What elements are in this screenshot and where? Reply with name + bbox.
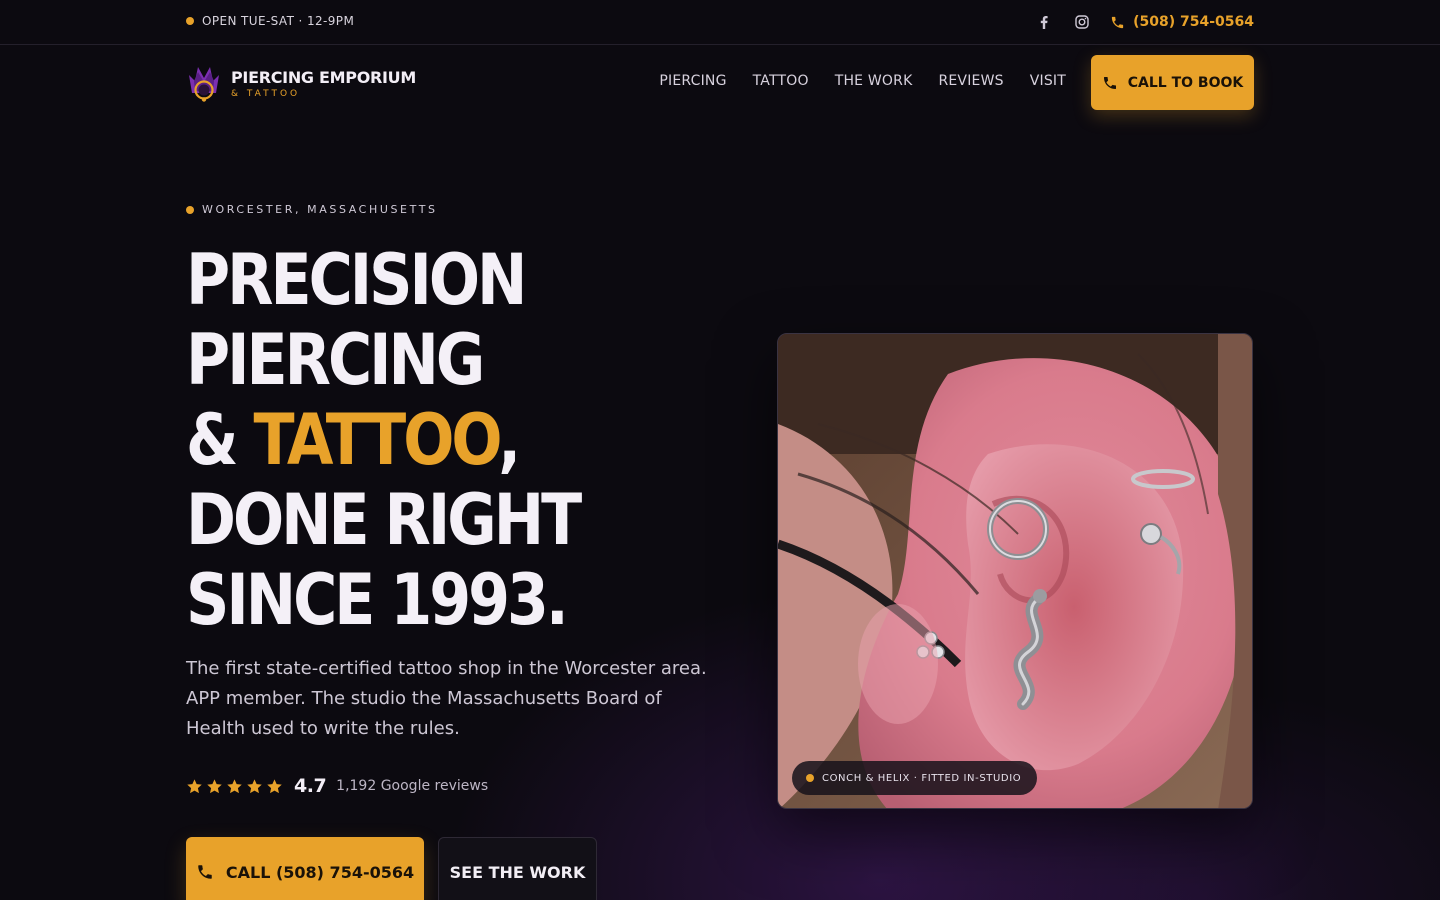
facebook-icon[interactable]	[1034, 12, 1054, 32]
photo-caption-text: CONCH & HELIX · FITTED IN-STUDIO	[822, 772, 1022, 784]
headline-line-2: PIERCING	[186, 319, 485, 401]
see-the-work-label: SEE THE WORK	[449, 862, 586, 882]
rating-stars	[186, 778, 286, 795]
topbar-phone-number: (508) 754-0564	[1133, 14, 1254, 30]
call-phone-button[interactable]: CALL (508) 754-0564	[186, 837, 424, 900]
brand-name: PIERCING EMPORIUM	[231, 67, 416, 87]
hours-info: OPEN TUE-SAT · 12-9PM	[186, 14, 354, 28]
headline-line-5: SINCE 1993.	[186, 559, 569, 641]
hero-description: The first state-certified tattoo shop in…	[186, 658, 707, 739]
phone-icon	[198, 865, 212, 879]
ear-piercing-photo	[778, 334, 1252, 808]
status-dot-icon	[186, 17, 194, 25]
main-nav: PIERCING EMPORIUM & TATTOO PIERCING TATT…	[186, 55, 1254, 110]
nav-item-tattoo[interactable]: TATTOO	[753, 73, 809, 89]
crown-ring-logo-icon	[189, 67, 219, 102]
brand-subtitle: & TATTOO	[231, 88, 301, 99]
rating-score: 4.7	[294, 775, 327, 797]
star-icon	[207, 778, 222, 793]
hero-photo-card: CONCH & HELIX · FITTED IN-STUDIO	[777, 333, 1253, 809]
topbar-contact: (508) 754-0564	[1034, 12, 1254, 32]
top-bar: OPEN TUE-SAT · 12-9PM (508) 754-0564	[0, 0, 1440, 45]
hours-text: OPEN TUE-SAT · 12-9PM	[202, 14, 355, 28]
instagram-icon[interactable]	[1072, 12, 1092, 32]
star-icon	[187, 778, 202, 793]
location-eyebrow: WORCESTER, MASSACHUSETTS	[186, 203, 438, 216]
nav-item-piercing[interactable]: PIERCING	[659, 73, 726, 89]
brand-logo-link[interactable]: PIERCING EMPORIUM & TATTOO	[186, 61, 416, 105]
call-to-book-button[interactable]: CALL TO BOOK	[1091, 55, 1254, 110]
nav-item-the-work[interactable]: THE WORK	[835, 73, 913, 89]
photo-caption: CONCH & HELIX · FITTED IN-STUDIO	[792, 761, 1038, 795]
star-icon	[227, 778, 242, 793]
star-icon	[247, 778, 262, 793]
star-icon	[267, 778, 282, 793]
nav-item-reviews[interactable]: REVIEWS	[938, 73, 1003, 89]
headline-comma: ,	[498, 399, 521, 481]
call-phone-label: CALL (508) 754-0564	[225, 862, 415, 882]
nav-menu: PIERCING TATTOO THE WORK REVIEWS VISIT	[633, 73, 1066, 89]
call-to-book-label: CALL TO BOOK	[1127, 74, 1244, 91]
location-dot-icon	[186, 205, 194, 214]
hero-headline: PRECISION PIERCING & TATTOO, DONE RIGHT …	[186, 240, 668, 640]
topbar-phone-link[interactable]: (508) 754-0564	[1110, 14, 1254, 30]
review-count: 1,192 Google reviews	[336, 778, 489, 794]
see-the-work-button[interactable]: SEE THE WORK	[438, 837, 597, 900]
phone-icon	[1103, 76, 1116, 89]
nav-item-visit[interactable]: VISIT	[1030, 73, 1066, 89]
google-rating: 4.7 1,192 Google reviews	[186, 775, 488, 797]
headline-line-1: PRECISION	[186, 239, 527, 321]
headline-amp: &	[186, 399, 254, 481]
location-text: WORCESTER, MASSACHUSETTS	[202, 203, 438, 216]
headline-accent: TATTOO	[253, 399, 501, 481]
caption-dot-icon	[806, 774, 814, 782]
phone-icon	[1111, 16, 1124, 28]
headline-line-4: DONE RIGHT	[186, 479, 582, 561]
